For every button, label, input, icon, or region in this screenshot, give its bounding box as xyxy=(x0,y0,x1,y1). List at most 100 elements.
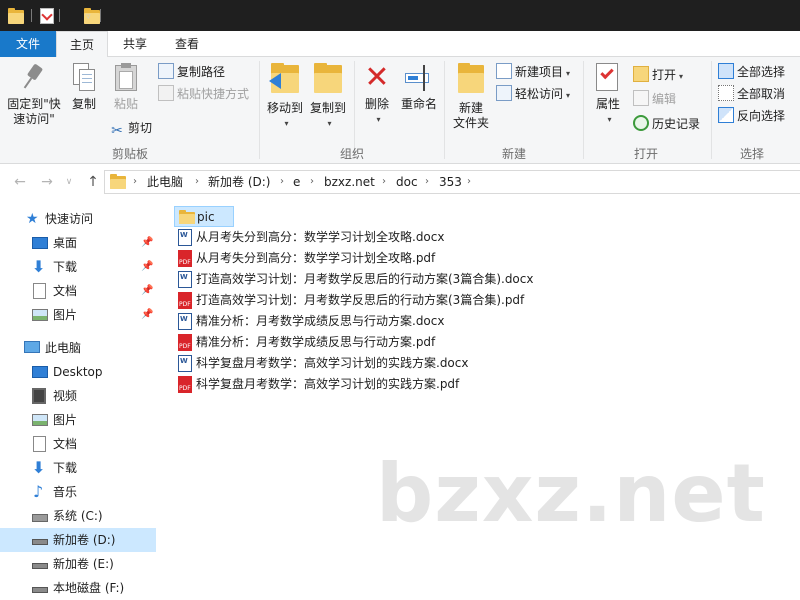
list-item[interactable]: PDF 精准分析：月考数学成绩反思与行动方案.pdf xyxy=(174,332,464,353)
group-separator xyxy=(259,61,260,159)
list-item[interactable]: W 从月考失分到高分：数学学习计划全攻略.docx xyxy=(174,227,464,248)
easy-access-icon xyxy=(496,85,512,101)
file-name: 打造高效学习计划：月考数学反思后的行动方案(3篇合集).pdf xyxy=(196,293,525,307)
star-icon: ★ xyxy=(26,211,39,227)
pin-to-quick-access-button[interactable]: 固定到"快 速访问" xyxy=(4,63,64,127)
breadcrumb-doc[interactable]: doc xyxy=(396,171,418,193)
nav-pictures[interactable]: 图片 xyxy=(0,408,156,432)
nav-drive-f[interactable]: 本地磁盘 (F:) xyxy=(0,576,156,600)
breadcrumb-chevron-icon[interactable]: › xyxy=(195,171,199,193)
pin-icon[interactable]: 📌 xyxy=(141,279,153,303)
nav-desktop-pinned[interactable]: 桌面 📌 xyxy=(0,231,156,255)
invert-selection-button[interactable]: 反向选择 xyxy=(718,106,785,126)
nav-drive-d[interactable]: 新加卷 (D:) xyxy=(0,528,156,552)
open-button[interactable]: 打开 ▾ xyxy=(633,65,683,85)
forward-arrow-icon[interactable]: → xyxy=(38,173,56,191)
delete-x-icon: ✕ xyxy=(364,60,390,95)
list-item[interactable]: W 精准分析：月考数学成绩反思与行动方案.docx xyxy=(174,311,464,332)
list-item-folder[interactable]: pic xyxy=(174,206,234,227)
breadcrumb-e[interactable]: e xyxy=(293,171,300,193)
list-item[interactable]: W 打造高效学习计划：月考数学反思后的行动方案(3篇合集).docx xyxy=(174,269,554,290)
select-all-button[interactable]: 全部选择 xyxy=(718,62,785,82)
list-item[interactable]: PDF 从月考失分到高分：数学学习计划全攻略.pdf xyxy=(174,248,464,269)
copy-path-button[interactable]: 复制路径 xyxy=(158,62,225,82)
recent-locations-chevron-icon[interactable]: ∨ xyxy=(60,173,78,191)
nav-pictures-pinned[interactable]: 图片 📌 xyxy=(0,303,156,327)
drive-icon xyxy=(32,563,48,569)
copy-path-icon xyxy=(158,63,174,79)
move-to-button[interactable]: 移动到 ▾ xyxy=(263,63,307,131)
breadcrumb-353[interactable]: 353 xyxy=(439,171,462,193)
nav-label: 下载 xyxy=(53,461,78,475)
address-bar[interactable]: › 此电脑 › 新加卷 (D:) › e › bzxz.net › doc › … xyxy=(104,170,800,194)
nav-label: 音乐 xyxy=(53,485,78,499)
paste-icon xyxy=(113,63,139,93)
breadcrumb-chevron-icon[interactable]: › xyxy=(467,171,471,193)
properties-icon[interactable] xyxy=(40,8,54,24)
breadcrumb-chevron-icon[interactable]: › xyxy=(310,171,314,193)
customize-quick-access-dropdown[interactable]: ▿ xyxy=(86,12,91,22)
tab-view[interactable]: 查看 xyxy=(162,31,212,57)
list-item[interactable]: PDF 打造高效学习计划：月考数学反思后的行动方案(3篇合集).pdf xyxy=(174,290,554,311)
edit-label: 编辑 xyxy=(652,92,677,106)
pin-icon[interactable]: 📌 xyxy=(141,303,153,327)
folder-icon xyxy=(179,210,195,224)
nav-downloads[interactable]: ⬇ 下载 xyxy=(0,456,156,480)
cut-button[interactable]: ✂ 剪切 xyxy=(109,118,152,139)
nav-downloads-pinned[interactable]: ⬇ 下载 📌 xyxy=(0,255,156,279)
paste-shortcut-icon xyxy=(158,85,174,101)
new-folder-button[interactable]: 新建 文件夹 xyxy=(448,63,494,131)
document-icon xyxy=(33,283,46,299)
open-icon xyxy=(633,66,649,82)
group-separator xyxy=(444,61,445,159)
pin-icon[interactable]: 📌 xyxy=(141,231,153,255)
breadcrumb-chevron-icon[interactable]: › xyxy=(280,171,284,193)
properties-icon xyxy=(596,63,620,93)
folder-icon[interactable] xyxy=(8,8,24,24)
breadcrumb-chevron-icon[interactable]: › xyxy=(133,171,137,193)
rename-button[interactable]: 重命名 xyxy=(398,63,440,112)
breadcrumb-this-pc[interactable]: 此电脑 xyxy=(147,171,183,193)
up-arrow-icon[interactable]: ↑ xyxy=(84,173,102,191)
nav-documents-pinned[interactable]: 文档 📌 xyxy=(0,279,156,303)
easy-access-button[interactable]: 轻松访问 ▾ xyxy=(496,84,570,104)
list-item[interactable]: PDF 科学复盘月考数学：高效学习计划的实践方案.pdf xyxy=(174,374,474,395)
copy-to-dropdown-caret: ▾ xyxy=(327,119,332,128)
list-item[interactable]: W 科学复盘月考数学：高效学习计划的实践方案.docx xyxy=(174,353,474,374)
separator xyxy=(59,9,60,22)
nav-drive-c[interactable]: 系统 (C:) xyxy=(0,504,156,528)
tab-home[interactable]: 主页 xyxy=(56,31,108,58)
pin-icon[interactable]: 📌 xyxy=(141,255,153,279)
paste-shortcut-button[interactable]: 粘贴快捷方式 xyxy=(158,84,249,104)
nav-drive-e[interactable]: 新加卷 (E:) xyxy=(0,552,156,576)
word-document-icon: W xyxy=(178,355,192,372)
title-bar: ▿ xyxy=(0,0,800,31)
nav-documents[interactable]: 文档 xyxy=(0,432,156,456)
separator xyxy=(100,9,101,22)
back-arrow-icon[interactable]: ← xyxy=(11,173,29,191)
copy-button[interactable]: 复制 xyxy=(66,63,102,112)
paste-button[interactable]: 粘贴 xyxy=(108,63,144,112)
nav-desktop[interactable]: Desktop xyxy=(0,360,156,384)
tab-share[interactable]: 共享 xyxy=(110,31,160,57)
nav-label: 此电脑 xyxy=(45,341,82,355)
tab-file[interactable]: 文件 xyxy=(0,31,56,57)
nav-this-pc[interactable]: 此电脑 xyxy=(0,336,156,360)
breadcrumb-drive-d[interactable]: 新加卷 (D:) xyxy=(208,171,270,193)
nav-music[interactable]: ♪ 音乐 xyxy=(0,480,156,504)
copy-to-button[interactable]: 复制到 ▾ xyxy=(306,63,350,131)
properties-button[interactable]: 属性 ▾ xyxy=(588,63,628,127)
breadcrumb-chevron-icon[interactable]: › xyxy=(382,171,386,193)
nav-videos[interactable]: 视频 xyxy=(0,384,156,408)
desktop-icon xyxy=(32,237,48,249)
breadcrumb-bzxz[interactable]: bzxz.net xyxy=(324,171,375,193)
new-item-button[interactable]: 新建项目 ▾ xyxy=(496,62,570,82)
history-button[interactable]: 历史记录 xyxy=(633,114,700,134)
nav-quick-access[interactable]: ★ 快速访问 xyxy=(0,207,156,231)
edit-button[interactable]: 编辑 xyxy=(633,89,676,109)
delete-button[interactable]: ✕ 删除 ▾ xyxy=(358,63,396,127)
organize-group-label: 组织 xyxy=(339,147,364,161)
breadcrumb-chevron-icon[interactable]: › xyxy=(425,171,429,193)
delete-label: 删除 xyxy=(364,97,389,111)
select-none-button[interactable]: 全部取消 xyxy=(718,84,785,104)
